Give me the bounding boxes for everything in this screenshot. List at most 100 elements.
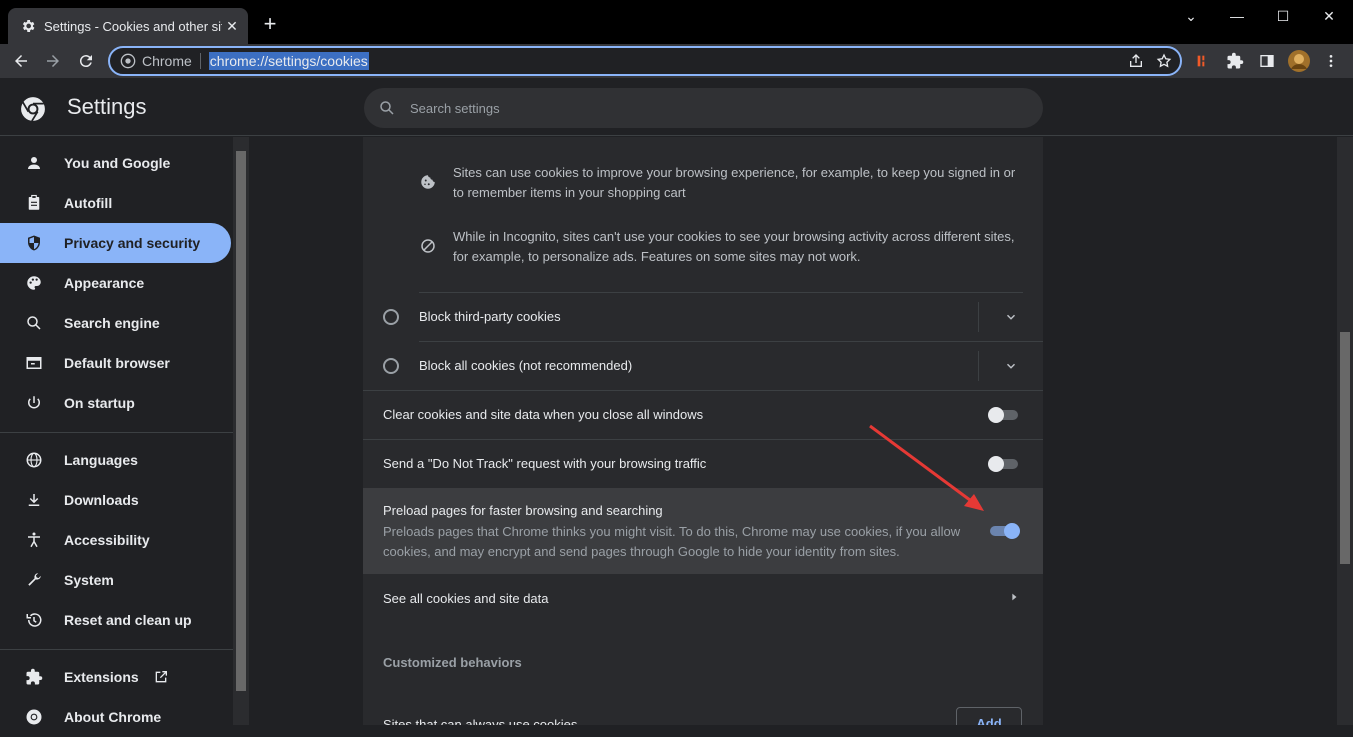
sidebar: You and Google Autofill Privacy and secu…	[0, 137, 233, 725]
sidebar-divider	[0, 649, 233, 650]
extension-brand-icon[interactable]	[1190, 48, 1216, 74]
power-icon	[24, 393, 44, 413]
omnibox-actions	[1128, 53, 1172, 69]
sidebar-item-about-chrome[interactable]: About Chrome	[0, 697, 231, 737]
omnibox-url[interactable]: chrome://settings/cookies	[208, 52, 369, 70]
do-not-track-label: Send a "Do Not Track" request with your …	[383, 456, 707, 471]
sidebar-item-on-startup[interactable]: On startup	[0, 383, 231, 423]
cookie-info-item: Sites can use cookies to improve your br…	[419, 163, 1023, 203]
sidebar-item-label: System	[64, 572, 114, 588]
star-icon[interactable]	[1156, 53, 1172, 69]
accessibility-icon	[24, 530, 44, 550]
sidebar-item-system[interactable]: System	[0, 560, 231, 600]
globe-icon	[24, 450, 44, 470]
new-tab-button[interactable]: +	[258, 12, 282, 36]
reload-button[interactable]	[73, 48, 99, 74]
chrome-logo-icon	[21, 97, 45, 122]
sidebar-item-label: Appearance	[64, 275, 145, 291]
settings-header: Settings Search settings	[0, 78, 1353, 136]
vertical-separator	[978, 302, 979, 332]
sidebar-item-label: Search engine	[64, 315, 160, 331]
forward-button[interactable]	[40, 48, 66, 74]
sidebar-item-label: Accessibility	[64, 532, 150, 548]
radio-label: Block third-party cookies	[419, 309, 561, 324]
scrollbar-thumb[interactable]	[236, 151, 246, 691]
open-in-new-icon	[155, 671, 167, 683]
search-icon	[24, 313, 44, 333]
block-icon	[419, 227, 437, 267]
puzzle-icon	[24, 667, 44, 687]
shield-icon	[24, 233, 44, 253]
add-button[interactable]: Add	[956, 707, 1022, 725]
sidebar-item-default-browser[interactable]: Default browser	[0, 343, 231, 383]
sidebar-item-you-and-google[interactable]: You and Google	[0, 143, 231, 183]
more-menu-icon[interactable]	[1318, 48, 1344, 74]
search-input[interactable]: Search settings	[364, 88, 1043, 128]
always-use-label: Sites that can always use cookies	[383, 717, 578, 725]
restore-icon	[24, 610, 44, 630]
wrench-icon	[24, 570, 44, 590]
sidebar-item-accessibility[interactable]: Accessibility	[0, 520, 231, 560]
palette-icon	[24, 273, 44, 293]
share-icon[interactable]	[1128, 53, 1144, 69]
chrome-icon	[120, 53, 136, 69]
tab-search-icon[interactable]: ⌄	[1168, 4, 1214, 28]
sidebar-item-label: About Chrome	[64, 709, 162, 725]
browser-icon	[24, 353, 44, 373]
sidebar-item-languages[interactable]: Languages	[0, 440, 231, 480]
address-bar[interactable]: Chrome chrome://settings/cookies	[108, 46, 1182, 76]
sidebar-item-label: Extensions	[64, 669, 139, 685]
sidebar-item-label: Autofill	[64, 195, 113, 211]
maximize-button[interactable]: ☐	[1260, 4, 1306, 28]
sidebar-item-label: You and Google	[64, 155, 171, 171]
title-bar: Settings - Cookies and other site ✕ + ⌄ …	[0, 0, 1353, 44]
see-all-cookies-label: See all cookies and site data	[383, 590, 549, 606]
back-button[interactable]	[8, 48, 34, 74]
sidebar-item-extensions[interactable]: Extensions	[0, 657, 231, 697]
sidebar-item-autofill[interactable]: Autofill	[0, 183, 231, 223]
annotation-arrow	[869, 424, 984, 511]
download-icon	[24, 490, 44, 510]
sidebar-item-label: Languages	[64, 452, 138, 468]
sidebar-item-label: On startup	[64, 395, 135, 411]
clear-on-close-label: Clear cookies and site data when you clo…	[383, 407, 704, 422]
minimize-button[interactable]: —	[1214, 4, 1260, 28]
sidebar-item-label: Reset and clean up	[64, 612, 192, 628]
browser-toolbar: Chrome chrome://settings/cookies	[0, 44, 1353, 78]
cookie-icon	[419, 163, 437, 203]
sidebar-item-appearance[interactable]: Appearance	[0, 263, 231, 303]
radio-block-third-party[interactable]: Block third-party cookies	[383, 292, 1043, 341]
sidebar-item-label: Downloads	[64, 492, 139, 508]
radio-label: Block all cookies (not recommended)	[419, 358, 633, 373]
search-icon	[380, 101, 394, 115]
extensions-puzzle-icon[interactable]	[1222, 48, 1248, 74]
sidebar-item-privacy-and-security[interactable]: Privacy and security	[0, 223, 231, 263]
arrow-right-icon[interactable]	[1009, 592, 1019, 602]
omnibox-separator	[199, 53, 201, 69]
browser-tab[interactable]: Settings - Cookies and other site ✕	[8, 8, 248, 44]
sidebar-item-search-engine[interactable]: Search engine	[0, 303, 231, 343]
see-all-cookies-row[interactable]: See all cookies and site data	[363, 574, 1043, 622]
close-window-button[interactable]: ✕	[1306, 4, 1352, 28]
section-header: Customized behaviors	[383, 655, 522, 670]
omnibox-site-label: Chrome	[142, 53, 192, 69]
sidebar-item-downloads[interactable]: Downloads	[0, 480, 231, 520]
main-scrollbar[interactable]	[1337, 137, 1353, 725]
preload-description: Preloads pages that Chrome thinks you mi…	[383, 524, 961, 559]
scrollbar-thumb[interactable]	[1340, 332, 1350, 564]
avatar[interactable]	[1286, 48, 1312, 74]
radio-block-all[interactable]: Block all cookies (not recommended)	[383, 341, 1043, 390]
preload-label: Preload pages for faster browsing and se…	[383, 503, 663, 518]
arrow-left-icon	[15, 55, 27, 67]
radio-button[interactable]	[383, 308, 399, 325]
sidebar-scrollbar[interactable]	[233, 137, 249, 725]
chevron-down-icon[interactable]	[1004, 359, 1018, 373]
search-placeholder: Search settings	[410, 100, 500, 116]
sidebar-item-label: Default browser	[64, 355, 170, 371]
tab-close-icon[interactable]: ✕	[222, 18, 242, 35]
chevron-down-icon[interactable]	[1004, 310, 1018, 324]
cookie-info-text: Sites can use cookies to improve your br…	[453, 165, 1016, 200]
sidebar-item-reset-and-clean-up[interactable]: Reset and clean up	[0, 600, 231, 640]
side-panel-icon[interactable]	[1254, 48, 1280, 74]
radio-button[interactable]	[383, 357, 399, 374]
